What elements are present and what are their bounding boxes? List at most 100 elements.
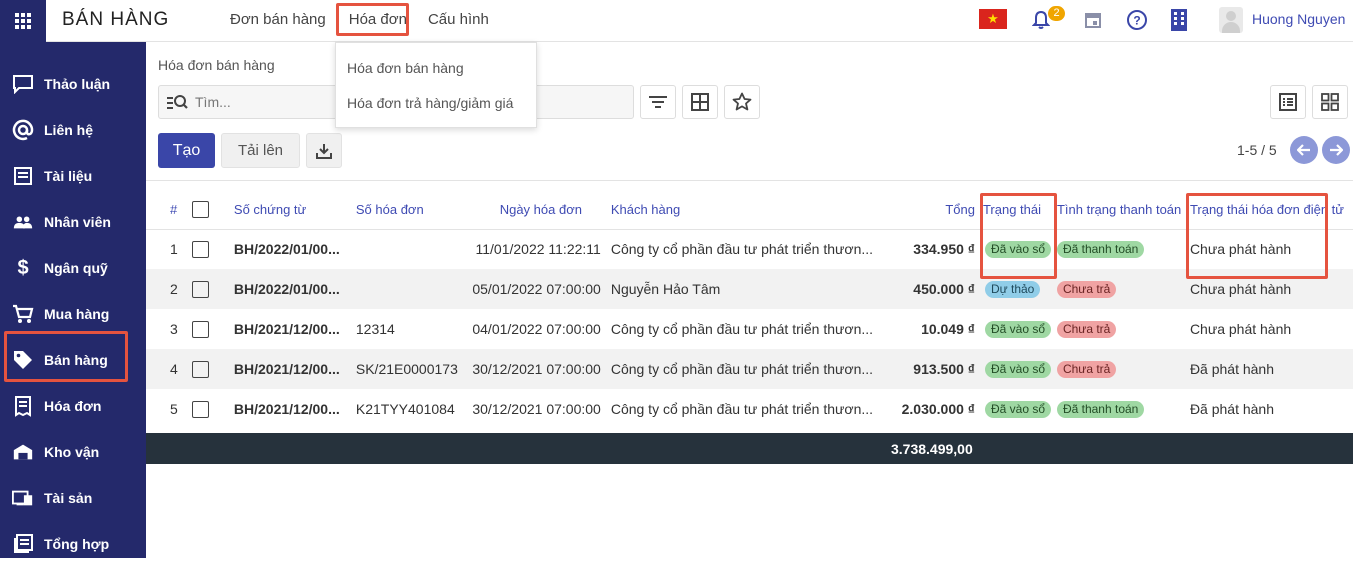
table-footer: 3.738.499,00 — [146, 433, 1353, 464]
header-invoice-no[interactable]: Số hóa đơn — [355, 191, 471, 230]
table-cell: SK/21E0000173 — [355, 349, 471, 389]
sidebar-item-tong-hop[interactable]: Tổng hợp — [0, 521, 146, 567]
header-payment[interactable]: Tình trạng thanh toán — [1052, 191, 1184, 230]
table-cell: BH/2021/12/00... — [233, 389, 356, 429]
row-checkbox[interactable] — [191, 320, 209, 338]
nav-cau-hinh[interactable]: Cấu hình — [428, 11, 489, 28]
row-doc-no: BH/2021/12/00... — [233, 361, 340, 377]
table-cell: Chưa phát hành — [1183, 309, 1353, 349]
status-badge: Đã vào sổ — [984, 361, 1051, 378]
sidebar-item-mua-hang[interactable]: Mua hàng — [0, 291, 146, 337]
sidebar-item-kho-van[interactable]: Kho vận — [0, 429, 146, 475]
header-status[interactable]: Trạng thái — [976, 191, 1053, 230]
nav-hoa-don[interactable]: Hóa đơn — [345, 11, 411, 28]
sidebar-item-label: Hóa đơn — [44, 398, 102, 414]
table-cell: Chưa phát hành — [1183, 229, 1353, 269]
sidebar-item-nhan-vien[interactable]: Nhân viên — [0, 199, 146, 245]
pager-next-button[interactable] — [1322, 136, 1350, 164]
row-doc-no: BH/2021/12/00... — [233, 321, 340, 337]
payment-badge: Chưa trả — [1056, 361, 1117, 378]
sidebar-item-lien-he[interactable]: Liên hệ — [0, 107, 146, 153]
notification-badge: 2 — [1048, 6, 1065, 21]
row-einvoice-status: Chưa phát hành — [1189, 241, 1292, 258]
row-checkbox[interactable] — [191, 400, 209, 418]
table-row[interactable]: 3 BH/2021/12/00... 12314 04/01/2022 07:00:0… — [146, 309, 1353, 349]
table-cell: 12314 — [355, 309, 471, 349]
download-button[interactable] — [306, 133, 342, 168]
header-doc-no[interactable]: Số chứng từ — [233, 191, 356, 230]
table-cell: Công ty cổ phần đầu tư phát triển thươn.… — [610, 229, 874, 269]
sidebar-item-tai-lieu[interactable]: Tài liệu — [0, 153, 146, 199]
sidebar-item-label: Thảo luận — [44, 76, 111, 92]
table-row[interactable]: 5 BH/2021/12/00... K21TYY401084 30/12/2021 … — [146, 389, 1353, 429]
sidebar-item-hoa-don[interactable]: Hóa đơn — [0, 383, 146, 429]
table-cell — [185, 229, 234, 269]
row-checkbox[interactable] — [191, 241, 209, 259]
calendar-icon[interactable] — [1082, 9, 1104, 31]
grid-layout-icon — [691, 93, 709, 111]
row-checkbox[interactable] — [191, 280, 209, 298]
at-icon — [12, 119, 34, 141]
sidebar-item-ngan-quy[interactable]: $ Ngân quỹ — [0, 245, 146, 291]
sidebar-item-label: Tổng hợp — [44, 536, 110, 552]
table-cell: Đã vào sổ — [976, 309, 1053, 349]
sidebar-item-tai-san[interactable]: Tài sản — [0, 475, 146, 521]
sidebar-item-label: Bán hàng — [44, 352, 108, 368]
help-icon[interactable]: ? — [1126, 9, 1148, 31]
upload-button[interactable]: Tải lên — [221, 133, 300, 168]
table-cell — [355, 229, 471, 269]
sidebar-item-thao-luan[interactable]: Thảo luận — [0, 61, 146, 107]
sidebar-item-label: Tài liệu — [44, 168, 93, 184]
menu-item-hoa-don-ban-hang[interactable]: Hóa đơn bán hàng — [347, 60, 464, 76]
select-all-checkbox[interactable] — [191, 201, 209, 219]
row-einvoice-status: Chưa phát hành — [1189, 281, 1292, 297]
row-total: 334.950 ₫ — [913, 241, 975, 258]
menu-item-hoa-don-tra-hang[interactable]: Hóa đơn trả hàng/giảm giá — [347, 95, 513, 111]
header-total[interactable]: Tổng — [873, 191, 977, 230]
row-checkbox[interactable] — [191, 360, 209, 378]
user-name[interactable]: Huong Nguyen — [1252, 11, 1345, 27]
kanban-view-icon — [1321, 93, 1339, 111]
filter-button[interactable] — [640, 85, 676, 119]
nav-don-ban-hang[interactable]: Đơn bán hàng — [230, 11, 326, 28]
user-avatar[interactable] — [1219, 7, 1243, 33]
row-doc-no: BH/2021/12/00... — [233, 401, 340, 417]
favorites-button[interactable] — [724, 85, 760, 119]
sidebar-item-label: Mua hàng — [44, 306, 110, 322]
table-cell: BH/2022/01/00... — [233, 229, 356, 269]
row-total: 913.500 ₫ — [913, 361, 975, 377]
table-cell: Dự thảo — [976, 269, 1053, 309]
filter-icon — [649, 96, 667, 108]
table-row[interactable]: 2 BH/2022/01/00... 05/01/2022 07:00:00 Nguy… — [146, 269, 1353, 309]
company-icon[interactable] — [1168, 9, 1190, 31]
table-cell: BH/2021/12/00... — [233, 349, 356, 389]
hoa-don-dropdown-menu: Hóa đơn bán hàng Hóa đơn trả hàng/giảm g… — [335, 42, 537, 128]
breadcrumb[interactable]: Hóa đơn bán hàng — [158, 57, 275, 73]
row-doc-no: BH/2022/01/00... — [233, 281, 340, 297]
pager-previous-button[interactable] — [1290, 136, 1318, 164]
list-view-button[interactable] — [1270, 85, 1306, 119]
table-row[interactable]: 4 BH/2021/12/00... SK/21E0000173 30/12/2021… — [146, 349, 1353, 389]
row-customer: Công ty cổ phần đầu tư phát triển thươn.… — [610, 401, 874, 417]
sidebar-item-ban-hang[interactable]: Bán hàng — [0, 337, 146, 383]
search-filter-icon — [167, 93, 189, 114]
create-button[interactable]: Tạo — [158, 133, 215, 168]
pager-value[interactable]: 1-5 / 5 — [1237, 142, 1277, 158]
header-date[interactable]: Ngày hóa đơn — [470, 191, 611, 230]
asset-icon — [12, 487, 34, 509]
group-by-button[interactable] — [682, 85, 718, 119]
header-select-all[interactable] — [185, 191, 234, 230]
header-customer[interactable]: Khách hàng — [610, 191, 874, 230]
app-title: BÁN HÀNG — [62, 9, 170, 30]
apps-menu-button[interactable] — [0, 0, 46, 42]
status-badge: Đã vào sổ — [984, 321, 1051, 338]
footer-total: 3.738.499,00 — [891, 441, 973, 457]
svg-text:?: ? — [1133, 14, 1140, 28]
table-row[interactable]: 1 BH/2022/01/00... 11/01/2022 11:22:11 Công… — [146, 229, 1353, 269]
header-einvoice[interactable]: Trạng thái hóa đơn điện tử — [1183, 191, 1353, 230]
sidebar-item-label: Ngân quỹ — [44, 260, 108, 276]
vietnam-flag-icon[interactable]: ★ — [979, 9, 1007, 29]
status-badge: Dự thảo — [984, 281, 1041, 298]
table-cell: 10.049 ₫ — [873, 309, 977, 349]
kanban-view-button[interactable] — [1312, 85, 1348, 119]
